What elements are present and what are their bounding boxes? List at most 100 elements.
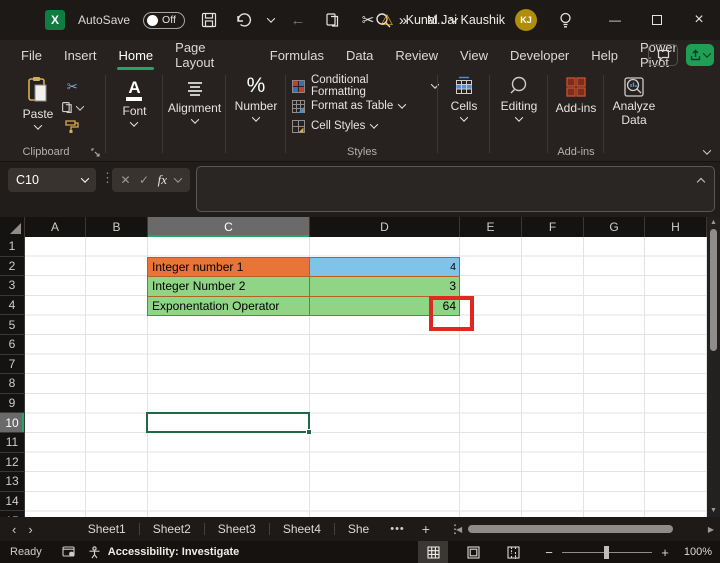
tab-insert[interactable]: Insert [53,42,108,69]
scroll-up-icon[interactable]: ▲ [710,217,717,229]
scroll-left-icon[interactable]: ◀ [452,525,466,534]
copy-small-icon[interactable] [61,101,83,114]
tab-home[interactable]: Home [107,42,164,69]
addins-button[interactable]: Add-ins [556,76,597,115]
warning-icon[interactable]: ⚠ [380,11,393,29]
sheet-tab-3[interactable]: Sheet3 [205,517,269,541]
accessibility-status[interactable]: Accessibility: Investigate [108,546,239,558]
cell-c2[interactable]: Integer number 1 [147,257,310,278]
tab-developer[interactable]: Developer [499,42,580,69]
tab-formulas[interactable]: Formulas [259,42,335,69]
column-header-d[interactable]: D [310,217,460,237]
accessibility-icon[interactable] [82,541,108,563]
row-header-7[interactable]: 7 [0,355,25,375]
row-header-10[interactable]: 10 [0,413,25,433]
normal-view-button[interactable] [418,541,448,563]
cut-small-icon[interactable]: ✂ [67,79,78,95]
scroll-down-icon[interactable]: ▼ [710,505,717,517]
name-box[interactable]: C10 [8,168,96,192]
undo-dropdown-icon[interactable] [267,14,275,22]
row-header-9[interactable]: 9 [0,394,25,414]
select-all-button[interactable] [0,217,25,237]
row-header-3[interactable]: 3 [0,276,25,296]
row-header-4[interactable]: 4 [0,296,25,316]
zoom-slider-thumb[interactable] [604,546,609,559]
zoom-level[interactable]: 100% [676,546,720,558]
tab-data[interactable]: Data [335,42,384,69]
confirm-entry-icon[interactable]: ✓ [139,173,149,187]
tab-file[interactable]: File [10,42,53,69]
formula-input[interactable] [196,166,715,212]
page-layout-view-button[interactable] [458,541,488,563]
scroll-right-icon[interactable]: ▶ [704,525,718,534]
row-header-11[interactable]: 11 [0,433,25,453]
horizontal-scrollbar[interactable]: ◀ ▶ [452,521,718,537]
comments-button[interactable] [648,44,678,66]
sheet-tab-1[interactable]: Sheet1 [75,517,139,541]
row-header-2[interactable]: 2 [0,257,25,277]
column-header-b[interactable]: B [86,217,148,237]
new-sheet-button[interactable]: + [413,521,439,537]
format-painter-icon[interactable] [65,120,79,133]
column-header-h[interactable]: H [645,217,707,237]
format-as-table-button[interactable]: Format as Table [286,96,438,116]
cell-styles-button[interactable]: Cell Styles [286,116,438,136]
copy-icon[interactable] [322,9,344,31]
vertical-scroll-thumb[interactable] [710,229,717,351]
sheet-tab-4[interactable]: Sheet4 [270,517,334,541]
cells-button[interactable]: Cells [451,76,478,122]
cell-c3[interactable]: Integer Number 2 [147,276,310,297]
column-header-g[interactable]: G [584,217,645,237]
alignment-button[interactable]: Alignment [168,76,221,124]
cell-c4[interactable]: Exponentation Operator [147,296,310,317]
save-icon[interactable] [198,9,220,31]
row-header-6[interactable]: 6 [0,335,25,355]
collapse-ribbon-icon[interactable] [703,146,711,154]
fill-handle[interactable] [306,429,312,435]
autosave-toggle[interactable]: Off [143,12,185,29]
zoom-slider[interactable] [562,552,652,553]
cancel-entry-icon[interactable]: ✕ [120,173,130,187]
row-header-8[interactable]: 8 [0,374,25,394]
active-cell-selection[interactable] [146,412,310,433]
prev-sheet-icon[interactable]: ‹ [0,522,28,537]
avatar[interactable]: KJ [515,9,537,31]
tab-review[interactable]: Review [384,42,449,69]
row-header-5[interactable]: 5 [0,315,25,335]
vertical-scrollbar[interactable]: ▲ ▼ [707,217,720,517]
cell-d2[interactable]: 4 [309,257,460,278]
conditional-formatting-button[interactable]: Conditional Formatting [286,76,438,96]
row-header-13[interactable]: 13 [0,472,25,492]
row-header-12[interactable]: 12 [0,453,25,473]
column-header-e[interactable]: E [460,217,522,237]
zoom-in-button[interactable]: + [654,545,676,560]
page-break-view-button[interactable] [498,541,528,563]
column-header-a[interactable]: A [25,217,86,237]
share-button[interactable] [686,44,714,66]
lightbulb-icon[interactable] [558,12,573,29]
sheet-tab-5-truncated[interactable]: She [335,517,382,541]
column-header-f[interactable]: F [522,217,584,237]
sheet-tab-2[interactable]: Sheet2 [140,517,204,541]
row-header-14[interactable]: 14 [0,492,25,512]
sheet-overflow-icon[interactable]: ••• [382,523,413,535]
editing-button[interactable]: Editing [501,76,538,122]
user-name[interactable]: Kunal Jai Kaushik [406,13,505,27]
tab-help[interactable]: Help [580,42,629,69]
analyze-data-button[interactable]: Analyze Data [613,76,656,126]
undo-icon[interactable] [233,9,255,31]
paste-button[interactable]: Paste [23,76,54,133]
font-button[interactable]: A Font [122,76,146,127]
horizontal-scroll-thumb[interactable] [468,525,673,533]
number-button[interactable]: % Number [235,76,278,122]
macro-record-icon[interactable] [56,541,82,563]
zoom-out-button[interactable]: − [538,545,560,560]
row-header-1[interactable]: 1 [0,237,25,257]
sheet-canvas[interactable]: Integer number 1 4 Integer Number 2 3 Ex… [25,237,707,517]
next-sheet-icon[interactable]: › [28,522,44,537]
insert-function-icon[interactable]: fx [158,172,167,188]
cell-d3[interactable]: 3 [309,276,460,297]
column-header-c[interactable]: C [148,217,310,237]
clipboard-dialog-launcher-icon[interactable] [91,148,100,157]
formula-bar-collapse-icon[interactable] [697,178,705,186]
